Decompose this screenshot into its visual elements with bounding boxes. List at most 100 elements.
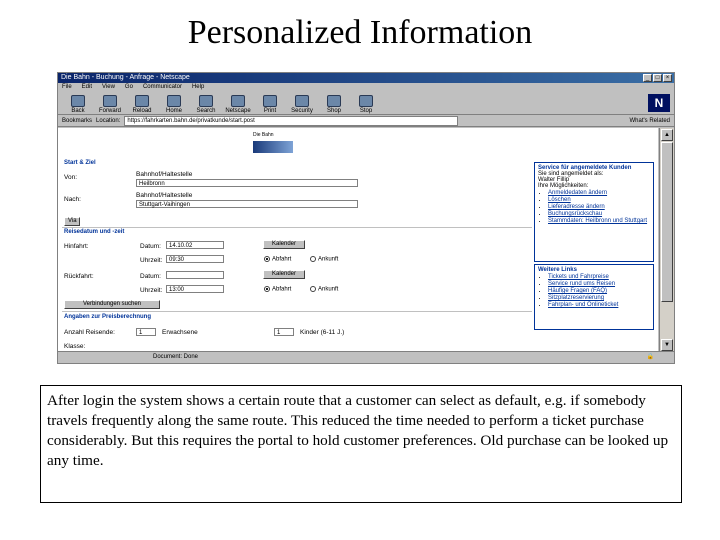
search-button[interactable]: Search: [192, 95, 220, 114]
status-text: Document: Done: [153, 354, 199, 360]
links-title: Weitere Links: [538, 267, 577, 273]
security-button[interactable]: Security: [288, 95, 316, 114]
hin-uhrzeit-label: Uhrzeit:: [140, 257, 163, 264]
page-content: Die Bahn Start & Ziel Von: Bahnhof/Halte…: [58, 128, 658, 352]
verbindungen-suchen-button[interactable]: Verbindungen suchen: [64, 300, 160, 309]
stop-button[interactable]: Stop: [352, 95, 380, 114]
print-icon: [263, 95, 277, 107]
menu-file[interactable]: File: [62, 83, 72, 92]
divider: [62, 311, 532, 312]
radio-empty-icon: [310, 286, 316, 292]
netscape-icon: [231, 95, 245, 107]
anzahl-label: Anzahl Reisende:: [64, 329, 115, 336]
whats-related-button[interactable]: What's Related: [630, 118, 671, 124]
rueck-datum-label: Datum:: [140, 273, 161, 280]
menu-edit[interactable]: Edit: [82, 83, 92, 92]
train-banner-image: [253, 141, 293, 153]
kalender-button-2[interactable]: Kalender: [263, 270, 305, 279]
rueck-ankunft-radio[interactable]: Ankunft: [310, 286, 338, 293]
list-item[interactable]: Löschen: [548, 197, 650, 204]
list-item[interactable]: Anmeldedaten ändern: [548, 190, 650, 197]
home-icon: [167, 95, 181, 107]
menu-go[interactable]: Go: [125, 83, 133, 92]
radio-selected-icon: [264, 286, 270, 292]
scroll-down-icon[interactable]: ▼: [661, 339, 673, 351]
via-button[interactable]: Via: [64, 217, 80, 226]
menu-bar: File Edit View Go Communicator Help: [58, 83, 674, 92]
reload-icon: [135, 95, 149, 107]
print-button[interactable]: Print: [256, 95, 284, 114]
close-icon[interactable]: ×: [663, 74, 672, 82]
forward-button[interactable]: Forward: [96, 95, 124, 114]
location-label: Location:: [96, 117, 121, 124]
rueck-uhrzeit-input[interactable]: 13:00: [166, 285, 224, 293]
list-item[interactable]: Häufige Fragen (FAQ): [548, 288, 650, 295]
von-label: Von:: [64, 174, 78, 181]
radio-empty-icon: [310, 256, 316, 262]
stop-icon: [359, 95, 373, 107]
kinder-select[interactable]: 1: [274, 328, 294, 336]
hin-datum-input[interactable]: 14.10.02: [166, 241, 224, 249]
nach-hint: Bahnhof/Haltestelle: [136, 192, 193, 199]
netscape-logo-icon: N: [648, 94, 670, 112]
kalender-button[interactable]: Kalender: [263, 240, 305, 249]
reisedatum-header: Reisedatum und -zeit: [64, 229, 125, 235]
list-item[interactable]: Tickets und Fahrpreise: [548, 274, 650, 281]
url-input[interactable]: https://fahrkarten.bahn.de/privatkunde/s…: [124, 115, 459, 126]
hin-uhrzeit-input[interactable]: 09:30: [166, 255, 224, 263]
shop-icon: [327, 95, 341, 107]
list-item[interactable]: Sitzplatzreservierung: [548, 295, 650, 302]
klasse-label: Klasse:: [64, 343, 86, 350]
status-bar: Document: Done 🔒: [58, 351, 674, 363]
von-input[interactable]: Heilbronn: [136, 179, 358, 187]
hin-datum-label: Datum:: [140, 243, 161, 250]
maximize-icon[interactable]: □: [653, 74, 662, 82]
home-button[interactable]: Home: [160, 95, 188, 114]
menu-view[interactable]: View: [102, 83, 115, 92]
lock-icon: 🔒: [646, 354, 654, 360]
reload-button[interactable]: Reload: [128, 95, 156, 114]
rueck-uhrzeit-label: Uhrzeit:: [140, 287, 163, 294]
netscape-button[interactable]: Netscape: [224, 95, 252, 114]
back-button[interactable]: Back: [64, 95, 92, 114]
list-item[interactable]: Stammdaten: Heilbronn und Stuttgart: [548, 218, 650, 225]
list-item[interactable]: Fahrplan- und Onlineticket: [548, 302, 650, 309]
navigation-toolbar: Back Forward Reload Home Search Netscape…: [58, 92, 674, 115]
start-ziel-header: Start & Ziel: [64, 160, 96, 166]
browser-titlebar: Die Bahn - Buchung - Anfrage - Netscape …: [58, 73, 674, 83]
radio-selected-icon: [264, 256, 270, 262]
security-icon: [295, 95, 309, 107]
location-bar: Bookmarks Location: https://fahrkarten.b…: [58, 115, 674, 127]
hin-ankunft-radio[interactable]: Ankunft: [310, 256, 338, 263]
list-item[interactable]: Lieferadresse ändern: [548, 204, 650, 211]
window-title: Die Bahn - Buchung - Anfrage - Netscape: [61, 74, 190, 81]
nach-input[interactable]: Stuttgart-Vaihingen: [136, 200, 358, 208]
die-bahn-logo: Die Bahn: [253, 132, 299, 154]
erwachsene-label: Erwachsene: [162, 329, 198, 336]
rueck-abfahrt-radio[interactable]: Abfahrt: [264, 286, 291, 293]
forward-icon: [103, 95, 117, 107]
hinfahrt-label: Hinfahrt:: [64, 243, 89, 250]
hin-abfahrt-radio[interactable]: Abfahrt: [264, 256, 291, 263]
scroll-thumb[interactable]: [661, 142, 673, 302]
back-icon: [71, 95, 85, 107]
shop-button[interactable]: Shop: [320, 95, 348, 114]
kinder-label: Kinder (6-11 J.): [300, 329, 345, 336]
erwachsene-select[interactable]: 1: [136, 328, 156, 336]
von-hint: Bahnhof/Haltestelle: [136, 171, 193, 178]
list-item[interactable]: Buchungsrückschau: [548, 211, 650, 218]
list-item[interactable]: Service rund ums Reisen: [548, 281, 650, 288]
vertical-scrollbar[interactable]: ▲ ▼: [659, 128, 674, 352]
slide-title: Personalized Information: [187, 14, 533, 51]
rueck-datum-input[interactable]: [166, 271, 224, 279]
rueckfahrt-label: Rückfahrt:: [64, 273, 94, 280]
scroll-up-icon[interactable]: ▲: [661, 129, 673, 141]
menu-help[interactable]: Help: [192, 83, 204, 92]
nach-label: Nach:: [64, 196, 81, 203]
service-line3: Ihre Möglichkeiten:: [538, 183, 589, 189]
minimize-icon[interactable]: _: [643, 74, 652, 82]
bookmarks-button[interactable]: Bookmarks: [62, 118, 92, 124]
weitere-links-box: Weitere Links Tickets und Fahrpreise Ser…: [534, 264, 654, 330]
menu-communicator[interactable]: Communicator: [143, 83, 182, 92]
preis-header: Angaben zur Preisberechnung: [64, 314, 152, 320]
